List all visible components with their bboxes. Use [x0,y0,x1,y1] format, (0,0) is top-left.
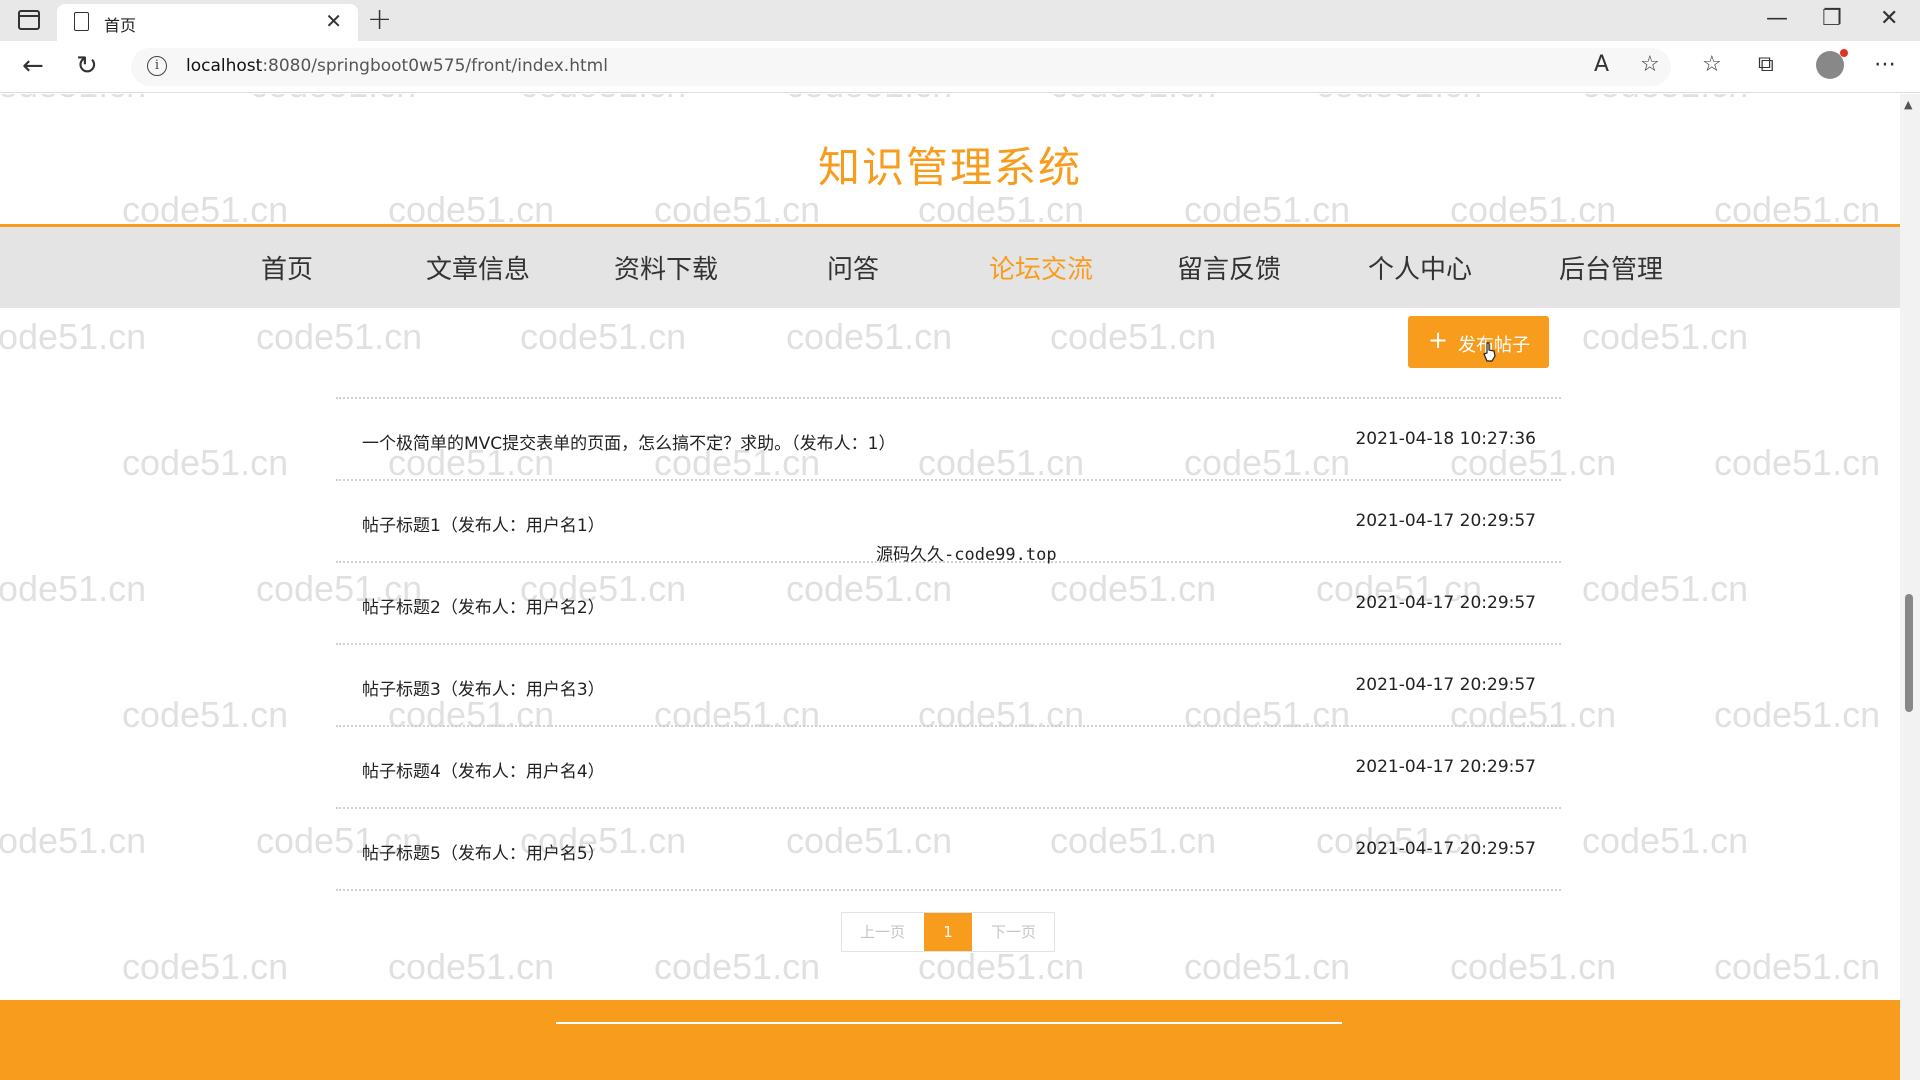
main-nav: 首页 文章信息 资料下载 问答 论坛交流 留言反馈 个人中心 后台管理 [0,224,1900,308]
post-list: 一个极简单的MVC提交表单的页面，怎么搞不定？求助。（发布人：1） 2021-0… [336,397,1561,891]
more-menu-icon[interactable]: ⋯ [1874,52,1896,77]
watermark-text: code51.cn [918,946,1085,987]
post-row[interactable]: 帖子标题4（发布人：用户名4） 2021-04-17 20:29:57 [336,727,1561,809]
watermark-text: code51.cn [786,316,953,357]
watermark-text: code51.cn [1714,694,1881,735]
watermark-text: code51.cn [1050,94,1216,106]
watermark-text: code51.cn [1184,946,1351,987]
scroll-up-icon[interactable]: ▲ [1904,98,1912,111]
url-text: localhost:8080/springboot0w575/front/ind… [186,56,608,76]
post-title[interactable]: 帖子标题3（发布人：用户名3） [362,675,605,700]
site-info-icon[interactable]: i [147,56,167,76]
post-date: 2021-04-18 10:27:36 [1355,429,1536,449]
watermark-text: code51.cn [122,946,289,987]
post-row[interactable]: 一个极简单的MVC提交表单的页面，怎么搞不定？求助。（发布人：1） 2021-0… [336,399,1561,481]
watermark-text: code51.cn [1316,94,1482,106]
page-scrollbar[interactable]: ▲ [1900,94,1920,1080]
pagination: 上一页 1 下一页 [841,912,1055,952]
minimize-icon[interactable]: — [1766,6,1788,31]
watermark-text: code51.cn [1450,946,1617,987]
watermark-text: code51.cn [0,316,147,357]
new-post-button[interactable]: + 发布帖子 [1408,316,1549,368]
watermark-text: code51.cn [1582,94,1748,106]
watermark-text: code51.cn [1582,820,1749,861]
nav-item-downloads[interactable]: 资料下载 [586,249,746,286]
page-content: code51.cn code51.cn code51.cn code51.cn … [0,94,1900,1080]
post-title[interactable]: 帖子标题2（发布人：用户名2） [362,593,605,618]
nav-item-articles[interactable]: 文章信息 [398,249,558,286]
footer [0,1000,1900,1080]
watermark-text: code51.cn [1714,442,1881,483]
watermark-text: code51.cn [654,946,821,987]
post-row[interactable]: 帖子标题5（发布人：用户名5） 2021-04-17 20:29:57 [336,809,1561,891]
watermark-text: code51.cn [1050,316,1217,357]
post-row[interactable]: 帖子标题3（发布人：用户名3） 2021-04-17 20:29:57 [336,645,1561,727]
scrollbar-thumb[interactable] [1905,594,1913,712]
nav-item-home[interactable]: 首页 [207,249,367,286]
post-title[interactable]: 帖子标题4（发布人：用户名4） [362,757,605,782]
favorites-icon[interactable]: ☆ [1702,52,1722,77]
watermark-text: code51.cn [520,94,686,106]
watermark-text: code51.cn [0,568,147,609]
sidebar-toggle-icon[interactable] [18,10,40,30]
next-page-button[interactable]: 下一页 [973,913,1054,951]
post-row[interactable]: 帖子标题2（发布人：用户名2） 2021-04-17 20:29:57 [336,563,1561,645]
watermark-text: code51.cn [1582,568,1749,609]
post-date: 2021-04-17 20:29:57 [1355,593,1536,613]
reload-icon[interactable]: ↻ [76,51,98,81]
watermark-text: code51.cn [520,316,687,357]
close-window-icon[interactable]: ✕ [1880,6,1898,31]
restore-icon[interactable]: ❐ [1822,6,1842,31]
post-date: 2021-04-17 20:29:57 [1355,675,1536,695]
nav-item-profile[interactable]: 个人中心 [1340,249,1500,286]
nav-item-forum[interactable]: 论坛交流 [961,249,1121,286]
footer-divider [556,1022,1342,1024]
nav-item-admin[interactable]: 后台管理 [1531,249,1691,286]
url-field[interactable]: i localhost:8080/springboot0w575/front/i… [131,48,1671,86]
post-title[interactable]: 一个极简单的MVC提交表单的页面，怎么搞不定？求助。（发布人：1） [362,429,895,454]
page-icon [74,12,89,31]
tab-title: 首页 [104,16,137,35]
watermark-center-text: 源码久久-code99.top [876,545,1057,565]
watermark-text: code51.cn [1582,316,1749,357]
watermark-text: code51.cn [256,316,423,357]
browser-tab-bar: 首页 ✕ + — ❐ ✕ [0,0,1920,41]
watermark-text: code51.cn [1714,946,1881,987]
post-date: 2021-04-17 20:29:57 [1355,757,1536,777]
watermark-text: code51.cn [388,946,555,987]
nav-item-qa[interactable]: 问答 [773,249,933,286]
hand-cursor-icon [1483,342,1496,362]
browser-tab[interactable]: 首页 ✕ [57,4,358,41]
profile-avatar[interactable] [1816,49,1848,79]
watermark-text: code51.cn [0,94,146,106]
post-date: 2021-04-17 20:29:57 [1355,511,1536,531]
collections-icon[interactable]: ⧉ [1758,52,1774,77]
post-date: 2021-04-17 20:29:57 [1355,839,1536,859]
watermark-text: code51.cn [786,94,952,106]
prev-page-button[interactable]: 上一页 [842,913,923,951]
watermark-text: code51.cn [250,94,416,106]
watermark-text: code51.cn [122,442,289,483]
nav-item-feedback[interactable]: 留言反馈 [1149,249,1309,286]
post-title[interactable]: 帖子标题1（发布人：用户名1） [362,511,605,536]
address-bar: ← ↻ i localhost:8080/springboot0w575/fro… [0,41,1920,93]
post-title[interactable]: 帖子标题5（发布人：用户名5） [362,839,605,864]
watermark-text: code51.cn [122,694,289,735]
new-tab-icon[interactable]: + [367,2,392,37]
read-aloud-icon[interactable]: A [1594,52,1609,77]
add-favorite-icon[interactable]: ☆ [1640,52,1660,77]
site-title: 知识管理系统 [817,143,1082,192]
close-tab-icon[interactable]: ✕ [325,9,342,33]
current-page-button[interactable]: 1 [924,913,972,951]
plus-icon: + [1428,326,1449,354]
watermark-text: code51.cn [0,820,147,861]
back-icon[interactable]: ← [22,51,44,81]
